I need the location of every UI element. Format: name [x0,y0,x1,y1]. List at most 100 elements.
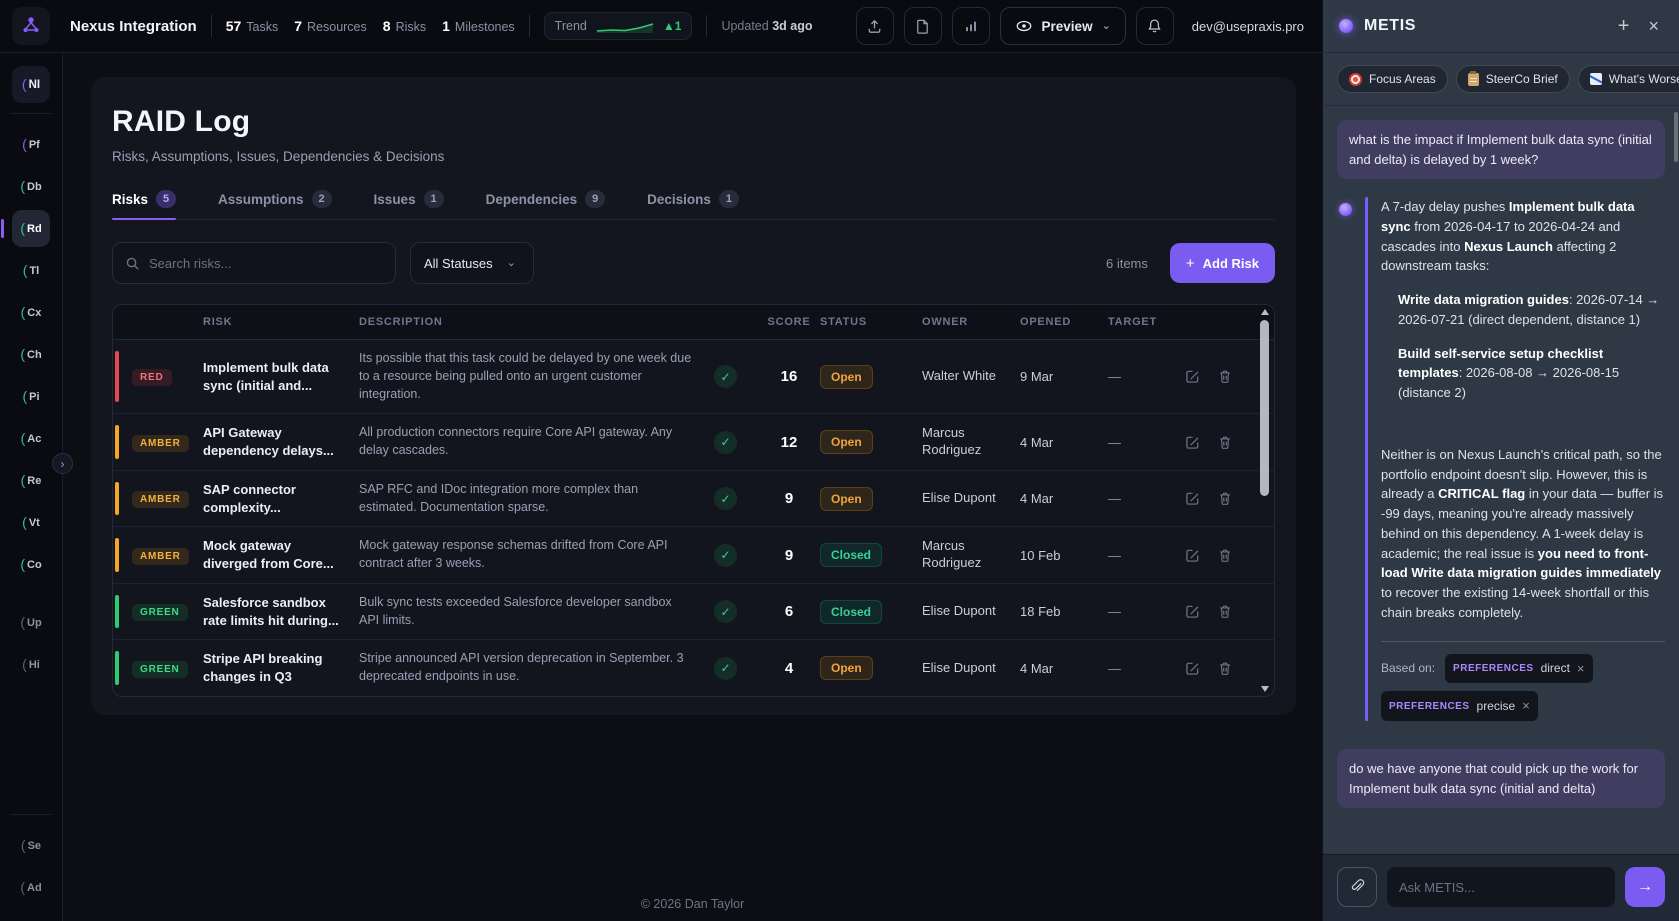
sidebar-bottom-nav: ( Se ( Ad [12,827,50,911]
sidebar-item-accent-icon: ( [20,557,25,571]
trash-icon [1217,368,1233,385]
stat-label: Tasks [246,20,278,34]
tab-assumptions[interactable]: Assumptions 2 [218,190,332,219]
stat-label: Milestones [455,20,515,34]
metis-chip[interactable]: Focus Areas [1337,65,1448,93]
tab-decisions[interactable]: Decisions 1 [647,190,739,219]
paperclip-icon [1349,878,1366,896]
delete-row-button[interactable] [1217,490,1233,507]
sidebar-item-pi[interactable]: ( Pi [12,378,50,415]
column-header: OPENED [1020,316,1108,328]
target-icon [1349,73,1362,86]
delete-row-button[interactable] [1217,368,1233,385]
app-logo[interactable] [12,7,50,45]
sidebar-item-accent-icon: ( [20,179,25,193]
stat-value: 57 [226,18,242,34]
metis-panel: METIS + × Focus Areas SteerCo Brief What… [1322,0,1679,921]
sidebar-item-vt[interactable]: ( Vt [12,504,50,541]
metis-chat-input[interactable] [1387,867,1615,907]
assistant-paragraph: Build self-service setup checklist templ… [1398,344,1665,403]
search-input[interactable] [149,256,383,271]
preview-button[interactable]: Preview ⌄ [1000,7,1126,45]
metis-title: METIS [1364,17,1416,35]
raid-tabs: Risks 5 Assumptions 2 Issues 1 Dependenc… [112,190,1275,220]
metis-chip[interactable]: SteerCo Brief [1456,65,1570,93]
sidebar-item-re[interactable]: ( Re [12,462,50,499]
updated-status: Updated 3d ago [721,19,812,33]
sidebar-item-ad[interactable]: ( Ad [12,869,50,906]
tab-label: Dependencies [486,192,578,207]
edit-pencil-icon [1184,547,1201,564]
remove-tag-icon[interactable]: × [1522,696,1530,716]
sidebar-item-up[interactable]: ( Up [12,604,50,641]
sidebar-project-item[interactable]: ( NI [12,66,50,103]
upload-icon [866,18,883,35]
sidebar-expand-button[interactable]: › [52,453,73,474]
chat-scrollbar-thumb[interactable] [1674,112,1678,162]
edit-row-button[interactable] [1184,660,1201,677]
scroll-up-arrow-icon[interactable] [1261,309,1269,315]
page-subtitle: Risks, Assumptions, Issues, Dependencies… [112,149,1275,164]
user-email[interactable]: dev@usepraxis.pro [1192,19,1304,34]
edit-pencil-icon [1184,490,1201,507]
sidebar-item-db[interactable]: ( Db [12,168,50,205]
trend-widget: Trend ▲1 [544,12,693,40]
sidebar-item-rd[interactable]: ( Rd [12,210,50,247]
analytics-button[interactable] [952,7,990,45]
risk-score: 9 [758,547,820,564]
sidebar-item-tl[interactable]: ( Tl [12,252,50,289]
edit-row-button[interactable] [1184,547,1201,564]
molecule-logo-icon [20,15,42,37]
chevron-down-icon: ⌄ [507,258,516,269]
notifications-button[interactable] [1136,7,1174,45]
delete-row-button[interactable] [1217,547,1233,564]
status-filter-select[interactable]: All Statuses ⌄ [410,242,534,284]
items-count: 6 items [1106,256,1148,271]
sidebar-item-pf[interactable]: ( Pf [12,126,50,163]
table-row: AMBER API Gateway dependency delays... A… [113,413,1274,470]
scrollbar-thumb[interactable] [1260,320,1269,496]
tab-issues[interactable]: Issues 1 [374,190,444,219]
sidebar-item-label: NI [29,79,41,91]
scroll-down-arrow-icon[interactable] [1261,686,1269,692]
new-chat-button[interactable]: + [1614,14,1634,38]
sidebar-item-label: Rd [27,223,42,235]
bell-icon [1146,17,1163,35]
edit-row-button[interactable] [1184,434,1201,451]
edit-row-button[interactable] [1184,490,1201,507]
export-button[interactable] [856,7,894,45]
add-risk-button[interactable]: + Add Risk [1170,243,1275,283]
sidebar-item-co[interactable]: ( Co [12,546,50,583]
search-box[interactable] [112,242,396,284]
metis-chip[interactable]: What's Worse? [1578,65,1679,93]
eye-icon [1015,19,1033,33]
check-circle-icon: ✓ [714,365,737,388]
edit-row-button[interactable] [1184,368,1201,385]
sidebar-item-cx[interactable]: ( Cx [12,294,50,331]
risk-title: SAP connector complexity... [203,481,359,516]
attach-file-button[interactable] [1337,867,1377,907]
tab-dependencies[interactable]: Dependencies 9 [486,190,606,219]
trash-icon [1217,660,1233,677]
remove-tag-icon[interactable]: × [1577,659,1585,679]
delete-row-button[interactable] [1217,434,1233,451]
sidebar-item-ch[interactable]: ( Ch [12,336,50,373]
document-button[interactable] [904,7,942,45]
chip-label: What's Worse? [1609,72,1679,86]
delete-row-button[interactable] [1217,603,1233,620]
clipboard-icon [1468,73,1479,86]
preference-tag-category: PREFERENCES [1389,699,1470,714]
edit-row-button[interactable] [1184,603,1201,620]
sidebar-item-ac[interactable]: ( Ac [12,420,50,457]
sidebar-item-se[interactable]: ( Se [12,827,50,864]
stat-label: Risks [396,20,427,34]
sidebar-item-label: Hi [29,659,40,671]
close-panel-button[interactable]: × [1644,15,1663,37]
preference-tag: PREFERENCES direct × [1445,654,1592,684]
delete-row-button[interactable] [1217,660,1233,677]
sidebar-item-hi[interactable]: ( Hi [12,646,50,683]
send-message-button[interactable]: → [1625,867,1665,907]
bar-chart-icon [963,18,979,34]
sidebar-item-accent-icon: ( [20,880,25,894]
tab-risks[interactable]: Risks 5 [112,190,176,219]
